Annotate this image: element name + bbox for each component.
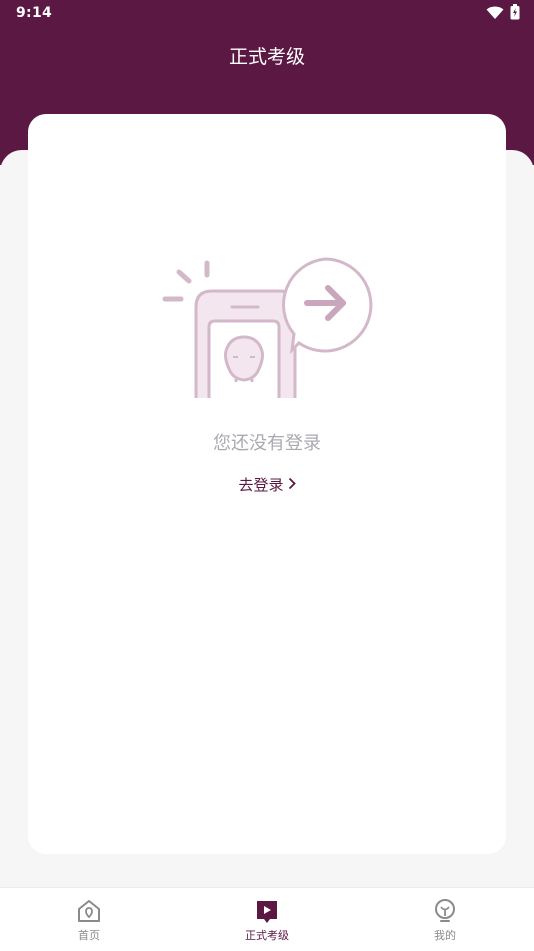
nav-item-home[interactable]: 首页 <box>0 888 178 951</box>
go-login-button[interactable]: 去登录 <box>0 474 534 495</box>
exam-play-icon <box>253 897 281 925</box>
wifi-icon <box>486 5 504 24</box>
battery-icon <box>510 4 520 24</box>
go-login-label: 去登录 <box>238 476 284 494</box>
nav-item-exam[interactable]: 正式考级 <box>178 888 356 951</box>
status-time: 9:14 <box>16 5 53 21</box>
login-required-illustration <box>160 255 375 404</box>
page-title: 正式考级 <box>228 46 305 68</box>
nav-label-mine: 我的 <box>434 929 456 942</box>
chevron-right-icon <box>288 476 296 494</box>
nav-item-mine[interactable]: 我的 <box>356 888 534 951</box>
not-logged-in-message: 您还没有登录 <box>213 433 321 454</box>
status-icons <box>486 4 520 24</box>
lightbulb-icon <box>431 897 459 925</box>
bottom-nav: 首页 正式考级 我的 <box>0 887 534 951</box>
nav-label-exam: 正式考级 <box>245 929 289 942</box>
home-icon <box>75 897 103 925</box>
nav-label-home: 首页 <box>78 929 100 942</box>
